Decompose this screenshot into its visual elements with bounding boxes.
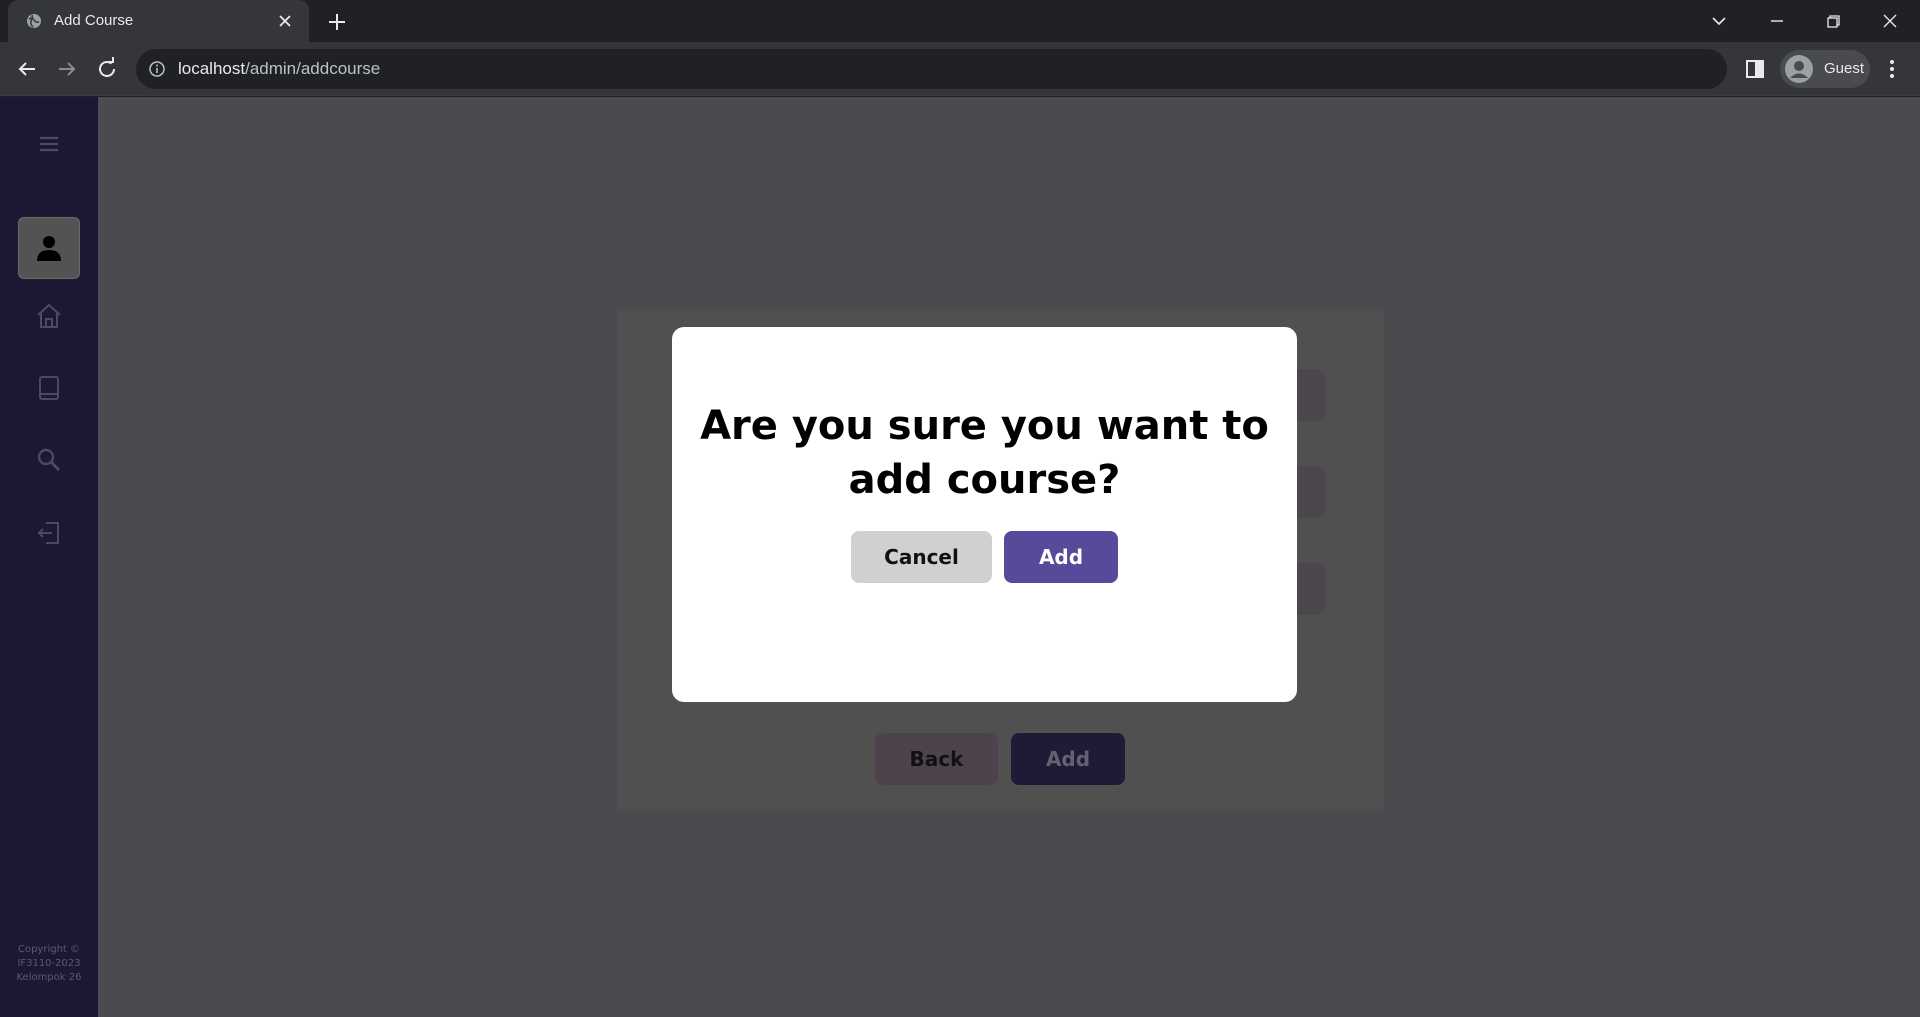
- logout-icon[interactable]: [34, 518, 64, 548]
- globe-icon: [27, 14, 41, 28]
- confirm-add-button[interactable]: Add: [1004, 531, 1118, 583]
- tab-title: Add Course: [54, 12, 134, 29]
- modal-message: Are you sure you want to add course?: [700, 403, 1269, 503]
- menu-icon[interactable]: [34, 129, 64, 159]
- cancel-button[interactable]: Cancel: [851, 531, 992, 583]
- close-tab-icon[interactable]: [275, 11, 295, 31]
- page-viewport: Copyright © IF3110-2023 Kelompok 26 Back…: [0, 97, 1920, 1017]
- back-button[interactable]: Back: [875, 733, 998, 785]
- user-icon: [37, 236, 61, 261]
- copyright-text: Copyright © IF3110-2023 Kelompok 26: [16, 944, 82, 983]
- url-text: localhost/admin/addcourse: [178, 59, 380, 79]
- tab-search-icon[interactable]: [1706, 8, 1732, 34]
- profile-name: Guest: [1824, 60, 1865, 77]
- browser-tab[interactable]: Add Course: [8, 0, 309, 42]
- reload-icon[interactable]: [93, 55, 121, 83]
- profile-button[interactable]: Guest: [1780, 50, 1870, 88]
- sidebar: Copyright © IF3110-2023 Kelompok 26: [0, 97, 98, 1017]
- forward-arrow-icon[interactable]: [53, 55, 81, 83]
- add-course-button[interactable]: Add: [1011, 733, 1125, 785]
- book-icon[interactable]: [34, 373, 64, 403]
- home-icon[interactable]: [34, 301, 64, 331]
- close-window-icon[interactable]: [1877, 8, 1903, 34]
- browser-toolbar: localhost/admin/addcourse Guest: [0, 42, 1920, 96]
- url-host: localhost: [178, 59, 246, 78]
- info-icon[interactable]: [148, 60, 166, 78]
- side-panel-icon[interactable]: [1743, 57, 1767, 81]
- back-arrow-icon[interactable]: [13, 55, 41, 83]
- avatar-icon: [1785, 55, 1813, 83]
- search-icon[interactable]: [34, 445, 64, 475]
- new-tab-icon[interactable]: [326, 11, 348, 33]
- address-bar[interactable]: localhost/admin/addcourse: [136, 49, 1727, 89]
- minimize-icon[interactable]: [1764, 8, 1790, 34]
- url-path: /admin/addcourse: [245, 59, 381, 78]
- tab-strip: Add Course: [0, 0, 1920, 42]
- restore-icon[interactable]: [1820, 8, 1846, 34]
- confirm-add-modal: Are you sure you want to add course? Can…: [672, 327, 1297, 702]
- kebab-menu-icon[interactable]: [1880, 57, 1904, 81]
